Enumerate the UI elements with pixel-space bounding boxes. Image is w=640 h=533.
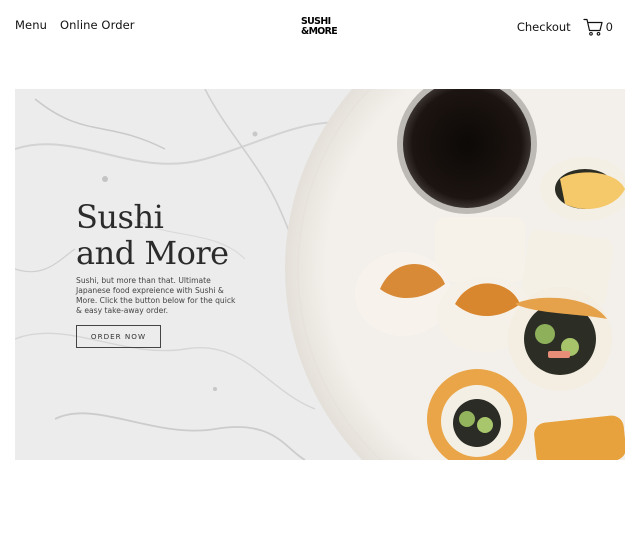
order-now-button[interactable]: ORDER NOW [76, 325, 161, 348]
primary-nav: Menu Online Order [15, 18, 135, 32]
hero-title-line-1: Sushi [76, 198, 164, 236]
page: Menu Online Order SUSHI &MORE Checkout 0 [0, 0, 640, 533]
header-actions: Checkout 0 [517, 18, 613, 36]
hero-description: Sushi, but more than that. Ultimate Japa… [76, 276, 236, 315]
nav-link-menu[interactable]: Menu [15, 18, 47, 32]
site-header: Menu Online Order SUSHI &MORE Checkout 0 [0, 0, 640, 54]
hero-title-line-2: and More [76, 234, 229, 272]
shopping-cart-icon [583, 18, 603, 36]
hero-banner: Sushi and More Sushi, but more than that… [15, 89, 625, 460]
logo-line-2: &MORE [301, 25, 338, 37]
cart-count: 0 [605, 20, 613, 34]
nav-link-online-order[interactable]: Online Order [60, 18, 135, 32]
brand-logo[interactable]: SUSHI &MORE [301, 17, 343, 39]
cart-button[interactable]: 0 [583, 18, 613, 36]
hero-image [15, 89, 625, 460]
checkout-link[interactable]: Checkout [517, 20, 571, 34]
hero-title: Sushi and More [76, 199, 276, 271]
